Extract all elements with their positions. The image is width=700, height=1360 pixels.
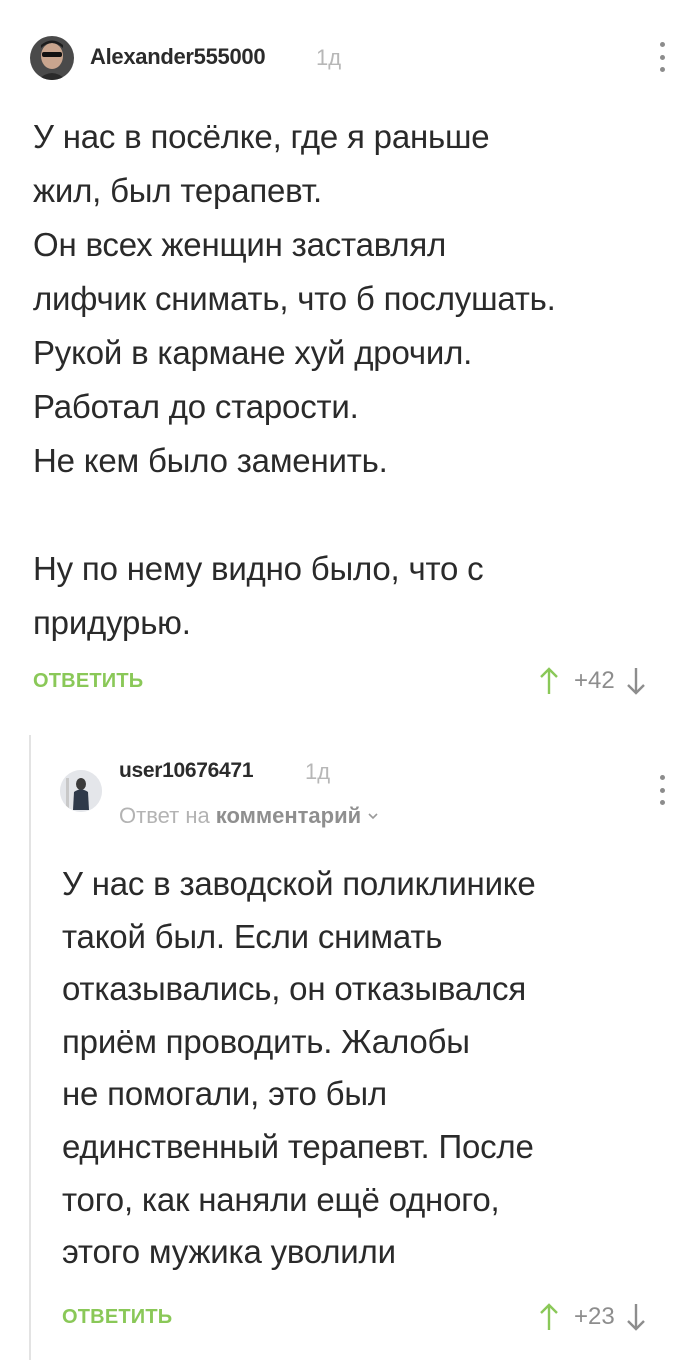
rating-value: +23: [574, 1303, 615, 1330]
upvote-icon[interactable]: [538, 666, 560, 696]
reply-to-info: Ответ на комментарий: [119, 803, 379, 829]
rating-value: +42: [574, 667, 615, 694]
comment-time: 1д: [305, 759, 331, 784]
thread-line[interactable]: [29, 735, 31, 1360]
avatar[interactable]: [30, 36, 74, 80]
reply-to-prefix: Ответ на: [119, 803, 210, 828]
reply-button[interactable]: ОТВЕТИТЬ: [33, 670, 143, 693]
reply-button[interactable]: ОТВЕТИТЬ: [62, 1306, 172, 1329]
downvote-icon[interactable]: [625, 666, 647, 696]
more-options-icon[interactable]: [655, 775, 669, 805]
user-photo-icon: [60, 770, 102, 812]
parent-comment-link[interactable]: комментарий: [216, 803, 361, 829]
comment-body: У нас в заводской поликлинике такой был.…: [62, 865, 536, 1271]
comment-body: У нас в посёлке, где я раньше жил, был т…: [33, 118, 556, 641]
user-photo-icon: [30, 36, 74, 80]
more-options-icon[interactable]: [655, 42, 669, 72]
author-name[interactable]: Alexander555000: [90, 44, 266, 70]
avatar[interactable]: [60, 770, 102, 812]
chevron-down-icon[interactable]: [367, 811, 379, 821]
author-name[interactable]: user10676471: [119, 759, 254, 783]
rating-controls: +23: [538, 1301, 647, 1333]
comment-time: 1д: [316, 45, 342, 70]
rating-controls: +42: [538, 665, 647, 697]
upvote-icon[interactable]: [538, 1302, 560, 1332]
downvote-icon[interactable]: [625, 1302, 647, 1332]
